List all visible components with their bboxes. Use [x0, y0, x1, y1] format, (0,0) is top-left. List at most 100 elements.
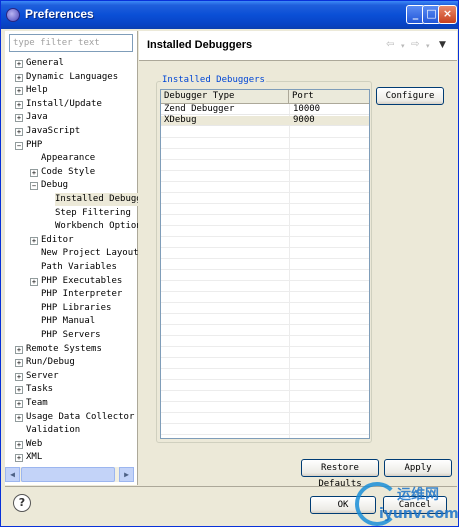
tree-item[interactable]: + Server — [5, 370, 138, 384]
expand-icon[interactable]: + — [15, 454, 23, 463]
expand-icon[interactable]: + — [15, 413, 23, 422]
apply-button[interactable]: Apply — [384, 459, 452, 477]
tree-item-label: Debug — [41, 180, 69, 191]
tree-item[interactable]: + XML — [5, 451, 138, 465]
tree-item[interactable]: + JavaScript — [5, 125, 138, 139]
tree-item-label: JavaScript — [26, 126, 81, 136]
empty-table-row — [161, 291, 369, 292]
tree-item[interactable]: + PHP Executables — [5, 275, 138, 289]
tree-item[interactable]: + Web — [5, 438, 138, 452]
tree-item-label: Help — [26, 85, 48, 96]
tree-item[interactable]: + Java — [5, 111, 138, 125]
tree-item-label: Usage Data Collector — [26, 411, 135, 422]
empty-table-row — [161, 302, 369, 303]
tree-item[interactable]: + Tasks — [5, 383, 138, 397]
tree-item-label: Code Style — [41, 166, 96, 177]
expand-icon[interactable]: + — [15, 345, 23, 354]
expand-icon[interactable]: + — [30, 277, 38, 286]
tree-item[interactable]: + Editor — [5, 234, 138, 248]
tree-item-label: Tasks — [26, 384, 54, 395]
expand-icon[interactable]: + — [15, 400, 23, 408]
tree-item[interactable]: PHP Interpreter — [5, 288, 138, 302]
preference-tree: + General + Dynamic Languages + Help + Install/… — [5, 56, 138, 466]
back-dropdown-icon[interactable]: ▾ — [401, 42, 405, 50]
tree-item-label: Workbench Options — [55, 221, 138, 232]
expand-icon[interactable]: + — [15, 372, 23, 381]
tree-item[interactable]: PHP Servers — [5, 329, 138, 343]
tree-horizontal-scrollbar[interactable]: ◀ ▶ — [5, 467, 134, 482]
tree-item[interactable]: + General — [5, 57, 138, 71]
filter-input[interactable]: type filter text — [9, 34, 133, 52]
tree-item[interactable]: + Run/Debug — [5, 356, 138, 370]
empty-table-row — [161, 412, 369, 413]
port-cell: 10000 — [293, 104, 321, 114]
expand-icon[interactable]: + — [15, 386, 23, 395]
empty-table-row — [161, 247, 369, 248]
column-header-port[interactable]: Port — [289, 90, 369, 104]
expand-icon[interactable]: + — [15, 60, 23, 68]
empty-table-row — [161, 225, 369, 226]
tree-item[interactable]: PHP Manual — [5, 315, 138, 329]
table-header: Debugger Type Port — [161, 90, 369, 104]
scroll-left-icon[interactable]: ◀ — [5, 467, 20, 482]
tree-item[interactable]: + Remote Systems — [5, 343, 138, 357]
watermark-url: iyunv.com — [379, 506, 459, 522]
debuggers-table[interactable]: Debugger Type Port Zend Debugger 10000 XDe… — [160, 89, 370, 439]
tree-item[interactable]: + Dynamic Languages — [5, 71, 138, 85]
expand-icon[interactable]: + — [15, 359, 23, 368]
back-arrow-icon[interactable]: ⇦ — [386, 39, 394, 50]
column-header-debugger-type[interactable]: Debugger Type — [161, 90, 289, 104]
tree-item[interactable]: + Team — [5, 397, 138, 411]
empty-table-row — [161, 137, 369, 138]
forward-dropdown-icon[interactable]: ▾ — [426, 42, 430, 50]
scroll-right-icon[interactable]: ▶ — [119, 467, 134, 482]
empty-table-row — [161, 181, 369, 182]
forward-arrow-icon[interactable]: ⇨ — [411, 39, 419, 50]
tree-item[interactable]: Workbench Options — [5, 220, 138, 234]
help-icon[interactable]: ? — [13, 494, 31, 512]
tree-item[interactable]: Path Variables — [5, 261, 138, 275]
tree-item[interactable]: + Usage Data Collector — [5, 411, 138, 425]
expand-icon[interactable]: + — [15, 114, 23, 123]
tree-item[interactable]: Appearance — [5, 152, 138, 166]
tree-item[interactable]: Validation — [5, 424, 138, 438]
table-row[interactable]: XDebug 9000 — [161, 115, 369, 126]
empty-table-row — [161, 434, 369, 435]
tree-item-label: Appearance — [41, 153, 96, 164]
expand-icon[interactable]: + — [15, 73, 23, 82]
restore-defaults-button[interactable]: Restore Defaults — [301, 459, 379, 489]
tree-item-label: Dynamic Languages — [26, 71, 119, 82]
scroll-thumb[interactable] — [21, 467, 115, 482]
tree-item[interactable]: + Install/Update — [5, 98, 138, 112]
tree-item[interactable]: + Help — [5, 84, 138, 98]
debugger-type-cell: Zend Debugger — [164, 104, 235, 114]
tree-item-label: PHP Manual — [41, 316, 96, 327]
tree-item-label: Editor — [41, 234, 74, 245]
tree-item[interactable]: + Code Style — [5, 166, 138, 180]
view-menu-icon[interactable]: ▼ — [439, 40, 446, 50]
tree-item[interactable]: Installed Debuggers — [5, 193, 138, 207]
configure-button[interactable]: Configure — [376, 87, 444, 105]
collapse-icon[interactable]: − — [15, 141, 23, 150]
preference-navigation-panel: type filter text + General + Dynamic Langua… — [5, 31, 138, 485]
tree-item-label: PHP Libraries — [41, 302, 112, 313]
expand-icon[interactable]: + — [15, 87, 23, 96]
tree-item[interactable]: − Debug — [5, 179, 138, 193]
title-bar[interactable]: Preferences _ □ × — [1, 1, 458, 29]
tree-item[interactable]: Step Filtering — [5, 207, 138, 221]
tree-item-label: Installed Debuggers — [55, 193, 138, 206]
tree-item-label: PHP Executables — [41, 275, 123, 286]
expand-icon[interactable]: + — [15, 128, 23, 136]
tree-item[interactable]: − PHP — [5, 139, 138, 153]
close-button[interactable]: × — [438, 5, 457, 24]
expand-icon[interactable]: + — [30, 236, 38, 245]
tree-item[interactable]: PHP Libraries — [5, 302, 138, 316]
expand-icon[interactable]: + — [30, 168, 38, 177]
tree-item[interactable]: New Project Layout — [5, 247, 138, 261]
expand-icon[interactable]: + — [15, 100, 23, 109]
window-title: Preferences — [25, 7, 94, 21]
expand-icon[interactable]: + — [15, 440, 23, 449]
collapse-icon[interactable]: − — [30, 182, 38, 191]
table-row[interactable]: Zend Debugger 10000 — [161, 104, 369, 115]
port-cell: 9000 — [293, 115, 315, 125]
